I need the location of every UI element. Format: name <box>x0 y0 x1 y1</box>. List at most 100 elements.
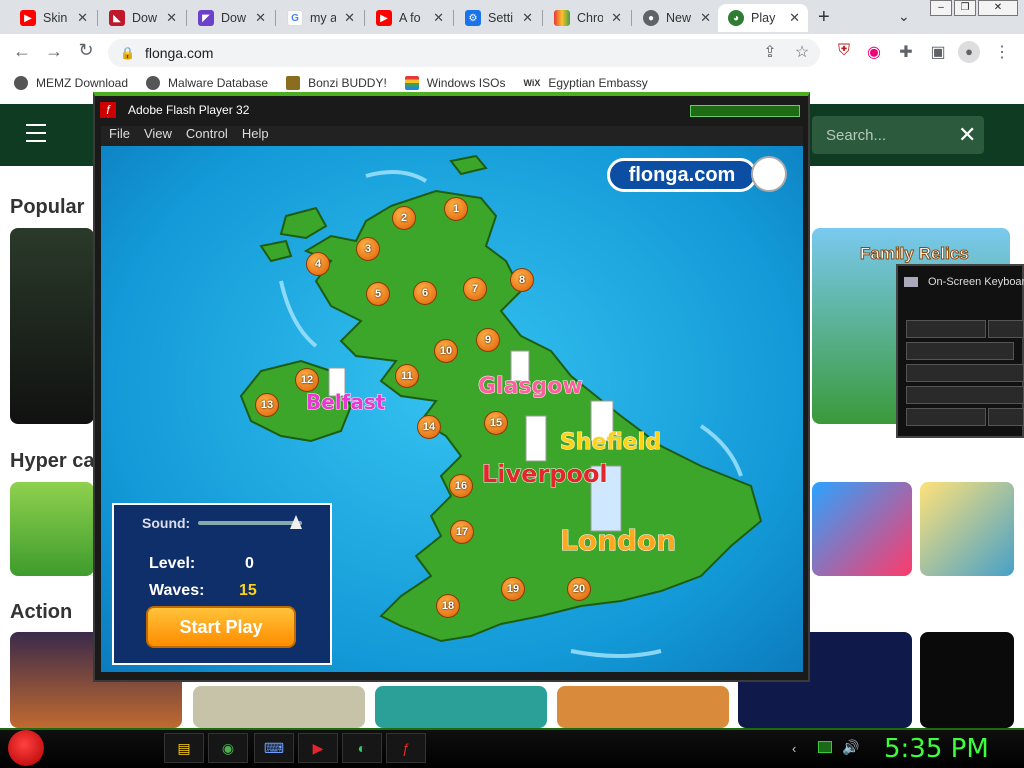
close-tab-icon[interactable]: ✕ <box>255 10 266 26</box>
close-tab-icon[interactable]: ✕ <box>77 10 88 26</box>
tab-8[interactable]: ● New ✕ <box>633 4 719 32</box>
bookmark-egyptian-embassy[interactable]: WiX Egyptian Embassy <box>523 76 647 90</box>
level-marker-9[interactable]: 9 <box>476 328 500 352</box>
game-card-ball[interactable] <box>920 482 1014 576</box>
osk-taskbar-icon[interactable]: ⌨ <box>254 733 294 763</box>
level-marker-2[interactable]: 2 <box>392 206 416 230</box>
level-marker-18[interactable]: 18 <box>436 594 460 618</box>
close-tab-icon[interactable]: ✕ <box>166 10 177 26</box>
level-marker-4[interactable]: 4 <box>306 252 330 276</box>
forward-button[interactable]: → <box>42 41 66 62</box>
island-shape <box>279 206 328 240</box>
level-marker-17[interactable]: 17 <box>450 520 474 544</box>
level-marker-12[interactable]: 12 <box>295 368 319 392</box>
tab-search-chevron-icon[interactable]: ⌄ <box>898 8 910 25</box>
level-marker-19[interactable]: 19 <box>501 577 525 601</box>
osk-key[interactable] <box>906 320 986 338</box>
level-marker-6[interactable]: 6 <box>413 281 437 305</box>
hamburger-menu-icon[interactable] <box>26 124 46 142</box>
close-tab-icon[interactable]: ✕ <box>789 10 800 26</box>
tab-5[interactable]: ▶ A fo ✕ <box>366 4 452 32</box>
osk-key[interactable] <box>906 386 1024 404</box>
game-card-crowd[interactable] <box>812 482 912 576</box>
menu-control[interactable]: Control <box>186 126 228 146</box>
tray-volume-icon[interactable]: 🔊 <box>842 739 859 756</box>
game-card-stick-fight[interactable] <box>193 686 365 728</box>
osk-key[interactable] <box>988 320 1024 338</box>
bookmark-windows-isos[interactable]: Windows ISOs <box>404 76 505 90</box>
level-marker-14[interactable]: 14 <box>417 415 441 439</box>
level-marker-8[interactable]: 8 <box>510 268 534 292</box>
game-card-dance[interactable] <box>557 686 729 728</box>
level-marker-7[interactable]: 7 <box>463 277 487 301</box>
edge-taskbar-icon[interactable]: ◐ <box>342 733 382 763</box>
game-card-stickman-orange[interactable] <box>920 632 1014 728</box>
flash-taskbar-icon[interactable]: ƒ <box>386 733 426 763</box>
level-marker-1[interactable]: 1 <box>444 197 468 221</box>
close-window-button[interactable]: ✕ <box>978 0 1018 16</box>
extensions-puzzle-icon[interactable]: ✚ <box>896 42 916 62</box>
osk-key[interactable] <box>906 408 986 426</box>
close-tab-icon[interactable]: ✕ <box>344 10 355 26</box>
game-card-soccer[interactable] <box>10 228 94 424</box>
level-marker-16[interactable]: 16 <box>449 474 473 498</box>
media-player-taskbar-icon[interactable]: ▶ <box>298 733 338 763</box>
tab-1[interactable]: ▶ Skin ✕ <box>10 4 96 32</box>
extension-flag-icon[interactable]: ◉ <box>864 42 884 62</box>
tab-9-active[interactable]: ◕ Play ✕ <box>718 4 808 32</box>
level-marker-5[interactable]: 5 <box>366 282 390 306</box>
close-search-icon[interactable]: ✕ <box>958 122 976 148</box>
start-play-button[interactable]: Start Play <box>146 606 296 648</box>
profile-avatar-icon[interactable]: ● <box>958 41 980 63</box>
menu-view[interactable]: View <box>144 126 172 146</box>
sidepanel-icon[interactable]: ▣ <box>928 42 948 62</box>
taskbar-clock[interactable]: 5:35 PM <box>884 734 989 764</box>
level-marker-13[interactable]: 13 <box>255 393 279 417</box>
level-marker-11[interactable]: 11 <box>395 364 419 388</box>
menu-dots-icon[interactable]: ⋮ <box>992 42 1012 62</box>
close-tab-icon[interactable]: ✕ <box>611 10 622 26</box>
tab-6[interactable]: ⚙ Setti ✕ <box>455 4 541 32</box>
minimize-button[interactable]: – <box>930 0 952 16</box>
game-card-tasty-match[interactable] <box>10 482 94 576</box>
bookmark-bonzi[interactable]: Bonzi BUDDY! <box>286 76 387 90</box>
tab-2[interactable]: ◣ Dow ✕ <box>99 4 185 32</box>
bookmark-memz[interactable]: MEMZ Download <box>14 76 128 90</box>
new-tab-button[interactable]: + <box>818 6 830 29</box>
extension-shield-icon[interactable]: ⛨ <box>834 42 854 60</box>
youtube-icon: ▶ <box>20 10 36 26</box>
bookmark-star-icon[interactable]: ☆ <box>792 42 812 62</box>
tray-chevron-icon[interactable]: ‹ <box>792 741 796 756</box>
osk-key[interactable] <box>906 342 1014 360</box>
wave-line <box>570 649 662 658</box>
menu-file[interactable]: File <box>109 126 130 146</box>
share-icon[interactable]: ⇪ <box>760 42 780 62</box>
close-tab-icon[interactable]: ✕ <box>433 10 444 26</box>
bookmark-malware-db[interactable]: Malware Database <box>146 76 268 90</box>
tab-7[interactable]: Chro ✕ <box>544 4 630 32</box>
wave-line <box>279 280 318 348</box>
game-card-parkour[interactable] <box>375 686 547 728</box>
close-tab-icon[interactable]: ✕ <box>700 10 711 26</box>
level-marker-10[interactable]: 10 <box>434 339 458 363</box>
level-marker-3[interactable]: 3 <box>356 237 380 261</box>
osk-key[interactable] <box>988 408 1024 426</box>
level-marker-15[interactable]: 15 <box>484 411 508 435</box>
address-bar[interactable]: 🔒 flonga.com <box>108 39 820 67</box>
menu-help[interactable]: Help <box>242 126 269 146</box>
close-tab-icon[interactable]: ✕ <box>522 10 533 26</box>
tab-3[interactable]: ◤ Dow ✕ <box>188 4 274 32</box>
flash-window-buttons[interactable] <box>690 105 800 117</box>
google-icon: G <box>287 10 303 26</box>
tray-battery-icon[interactable] <box>818 741 832 753</box>
back-button[interactable]: ← <box>10 41 34 62</box>
reload-button[interactable]: ↻ <box>74 40 98 61</box>
chrome-taskbar-icon[interactable]: ◉ <box>208 733 248 763</box>
sound-slider[interactable] <box>198 521 302 525</box>
osk-key[interactable] <box>906 364 1024 382</box>
level-marker-20[interactable]: 20 <box>567 577 591 601</box>
tab-4[interactable]: Gmy a ✕ <box>277 4 363 32</box>
start-button-angry-bird-icon[interactable] <box>8 730 44 766</box>
maximize-button[interactable]: ❐ <box>954 0 976 16</box>
explorer-icon[interactable]: ▤ <box>164 733 204 763</box>
